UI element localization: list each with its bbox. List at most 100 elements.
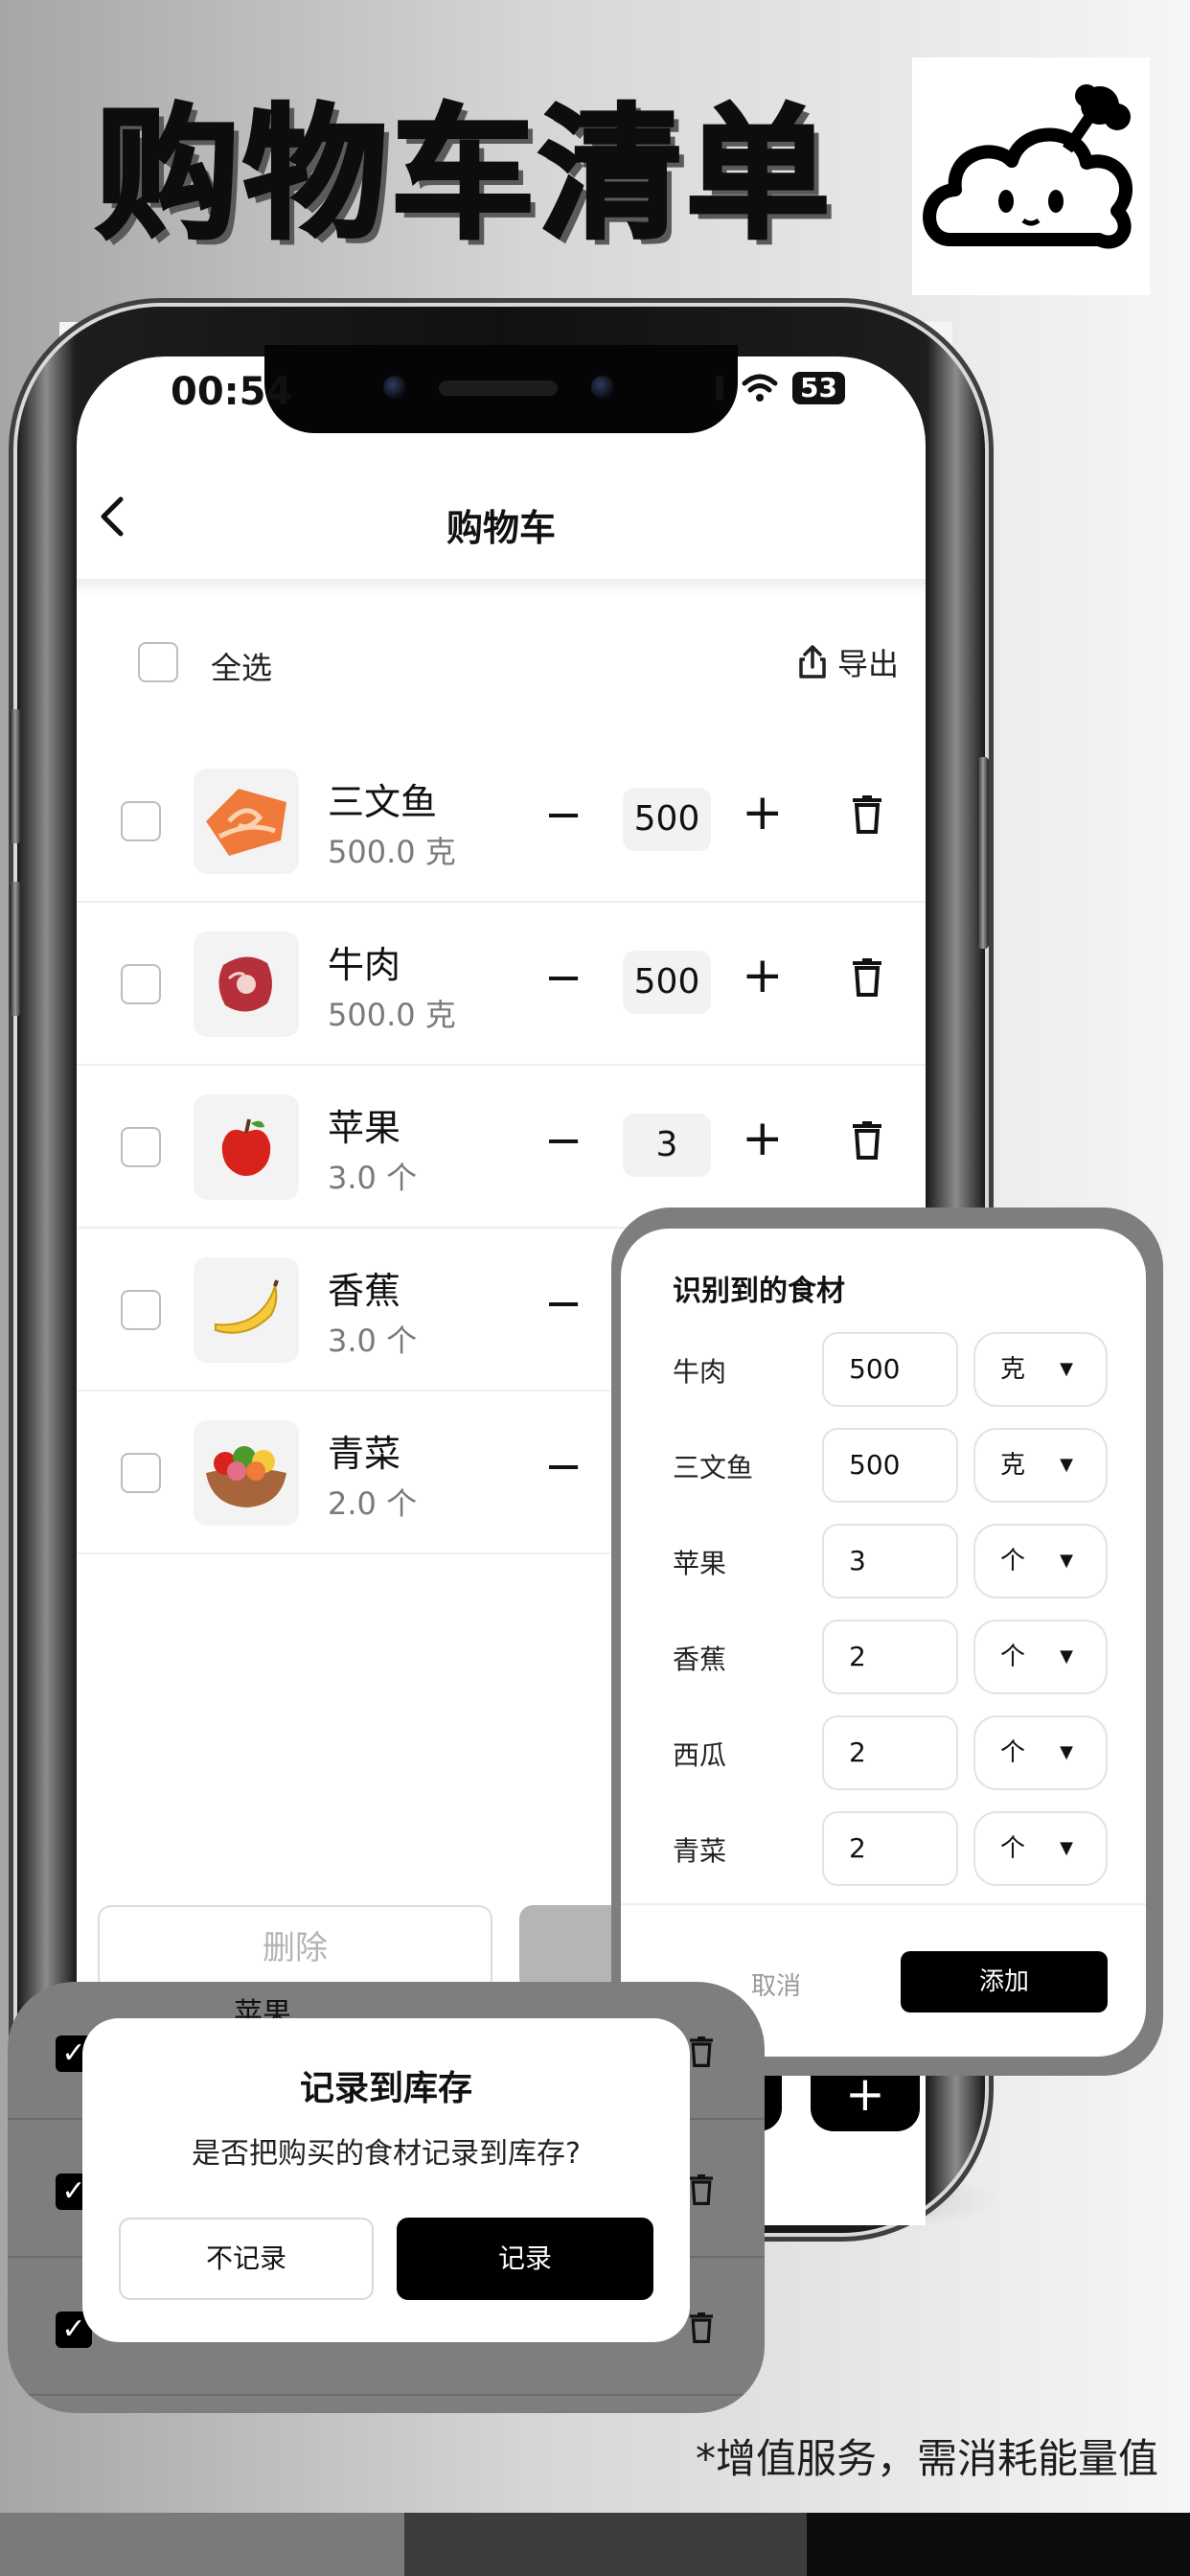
volume-up-button — [10, 709, 21, 843]
decrease-button[interactable]: − — [544, 1275, 583, 1332]
item-amount: 3.0 个 — [328, 1160, 418, 1196]
record-button[interactable]: 记录 — [397, 2218, 653, 2300]
ingredient-name: 香蕉 — [673, 1644, 727, 1675]
unit-select[interactable]: 克 ▼ — [973, 1332, 1108, 1407]
trash-icon[interactable] — [853, 1121, 881, 1160]
item-amount: 3.0 个 — [328, 1322, 418, 1359]
cart-row: 三文鱼 500.0 克 − 500 + — [77, 740, 926, 903]
unit-value: 克 — [1000, 1355, 1026, 1384]
unit-select[interactable]: 个 ▼ — [973, 1715, 1108, 1790]
ingredient-quantity-input[interactable]: 500 — [822, 1332, 958, 1407]
basket-icon — [194, 1420, 299, 1526]
item-checkbox[interactable] — [121, 964, 161, 1004]
wifi-icon — [742, 374, 778, 402]
trash-icon — [690, 2174, 713, 2205]
item-name: 香蕉 — [328, 1270, 401, 1312]
footnote: *增值服务，需消耗能量值 — [696, 2435, 1159, 2482]
item-checkbox[interactable] — [121, 1290, 161, 1330]
ingredient-name: 青菜 — [673, 1835, 727, 1867]
caret-down-icon: ▼ — [1060, 1455, 1073, 1475]
cart-row: 苹果 3.0 个 − 3 + — [77, 1066, 926, 1229]
caret-down-icon: ▼ — [1060, 1646, 1073, 1667]
item-amount: 500.0 克 — [328, 834, 456, 870]
footer-stripe-light — [0, 2513, 404, 2576]
speaker-grille — [439, 380, 558, 396]
cart-row: 牛肉 500.0 克 − 500 + — [77, 903, 926, 1066]
sensor-icon — [591, 376, 614, 399]
ingredients-dialog-title: 识别到的食材 — [673, 1275, 845, 1308]
footer-stripe-dark — [807, 2513, 1190, 2576]
decrease-button[interactable]: − — [544, 1438, 583, 1495]
increase-button[interactable]: + — [742, 947, 784, 1004]
ingredient-quantity-input[interactable]: 3 — [822, 1524, 958, 1598]
ingredient-name: 西瓜 — [673, 1739, 727, 1771]
signal-icon — [716, 376, 723, 401]
unit-select[interactable]: 个 ▼ — [973, 1620, 1108, 1694]
trash-icon — [690, 2036, 713, 2067]
trash-icon — [690, 2312, 713, 2343]
decrease-button[interactable]: − — [544, 1112, 583, 1169]
unit-value: 个 — [1000, 1738, 1026, 1767]
salmon-icon — [194, 769, 299, 874]
chef-cloud-logo — [912, 58, 1150, 295]
apple-icon — [194, 1094, 299, 1200]
front-camera-icon — [383, 376, 406, 399]
quantity-field[interactable]: 500 — [623, 951, 711, 1014]
beef-icon — [194, 932, 299, 1037]
export-button[interactable]: 导出 — [797, 640, 899, 684]
status-time: 00:54 — [171, 370, 293, 414]
quantity-field[interactable]: 500 — [623, 788, 711, 851]
ingredient-quantity-input[interactable]: 2 — [822, 1620, 958, 1694]
status-icons: 53 — [714, 372, 845, 404]
ingredient-quantity-input[interactable]: 2 — [822, 1811, 958, 1886]
ingredient-name: 苹果 — [673, 1548, 727, 1579]
banana-icon — [194, 1257, 299, 1363]
item-checkbox[interactable] — [121, 801, 161, 841]
export-label: 导出 — [837, 646, 900, 682]
power-button — [977, 757, 989, 949]
delete-button[interactable]: 删除 — [98, 1905, 492, 1991]
unit-select[interactable]: 克 ▼ — [973, 1428, 1108, 1503]
do-not-record-button[interactable]: 不记录 — [119, 2218, 374, 2300]
inventory-dialog-title: 记录到库存 — [299, 2069, 472, 2108]
item-amount: 2.0 个 — [328, 1485, 418, 1522]
add-button[interactable]: 添加 — [901, 1951, 1108, 2012]
trash-icon[interactable] — [853, 958, 881, 997]
unit-value: 克 — [1000, 1451, 1026, 1480]
decrease-button[interactable]: − — [544, 949, 583, 1006]
item-checkbox[interactable] — [121, 1127, 161, 1167]
select-all-checkbox[interactable] — [138, 642, 178, 682]
dialog-divider — [621, 1903, 1146, 1905]
select-all-label: 全选 — [211, 650, 273, 686]
decrease-button[interactable]: − — [544, 786, 583, 843]
item-name: 青菜 — [328, 1433, 401, 1475]
caret-down-icon: ▼ — [1060, 1359, 1073, 1379]
volume-down-button — [10, 882, 21, 1016]
unit-select[interactable]: 个 ▼ — [973, 1524, 1108, 1598]
caret-down-icon: ▼ — [1060, 1742, 1073, 1762]
nav-divider — [77, 579, 926, 596]
trash-icon[interactable] — [853, 795, 881, 834]
ingredient-quantity-input[interactable]: 2 — [822, 1715, 958, 1790]
caret-down-icon: ▼ — [1060, 1551, 1073, 1571]
unit-value: 个 — [1000, 1834, 1026, 1863]
item-name: 牛肉 — [328, 944, 401, 986]
item-checkbox[interactable] — [121, 1453, 161, 1493]
page-title: 购物车 — [446, 507, 556, 549]
caret-down-icon: ▼ — [1060, 1838, 1073, 1858]
quantity-field[interactable]: 3 — [623, 1114, 711, 1177]
item-name: 苹果 — [328, 1107, 401, 1149]
ingredient-quantity-input[interactable]: 500 — [822, 1428, 958, 1503]
ingredient-name: 三文鱼 — [673, 1452, 754, 1484]
battery-indicator: 53 — [792, 372, 845, 404]
increase-button[interactable]: + — [742, 1110, 784, 1167]
increase-button[interactable]: + — [742, 784, 784, 841]
item-amount: 500.0 克 — [328, 997, 456, 1033]
ingredient-name: 牛肉 — [673, 1356, 727, 1388]
unit-value: 个 — [1000, 1643, 1026, 1671]
unit-select[interactable]: 个 ▼ — [973, 1811, 1108, 1886]
headline: 购物车清单 — [94, 92, 835, 259]
item-name: 三文鱼 — [328, 781, 438, 823]
unit-value: 个 — [1000, 1547, 1026, 1576]
inventory-dialog-message: 是否把购买的食材记录到库存? — [192, 2137, 581, 2171]
